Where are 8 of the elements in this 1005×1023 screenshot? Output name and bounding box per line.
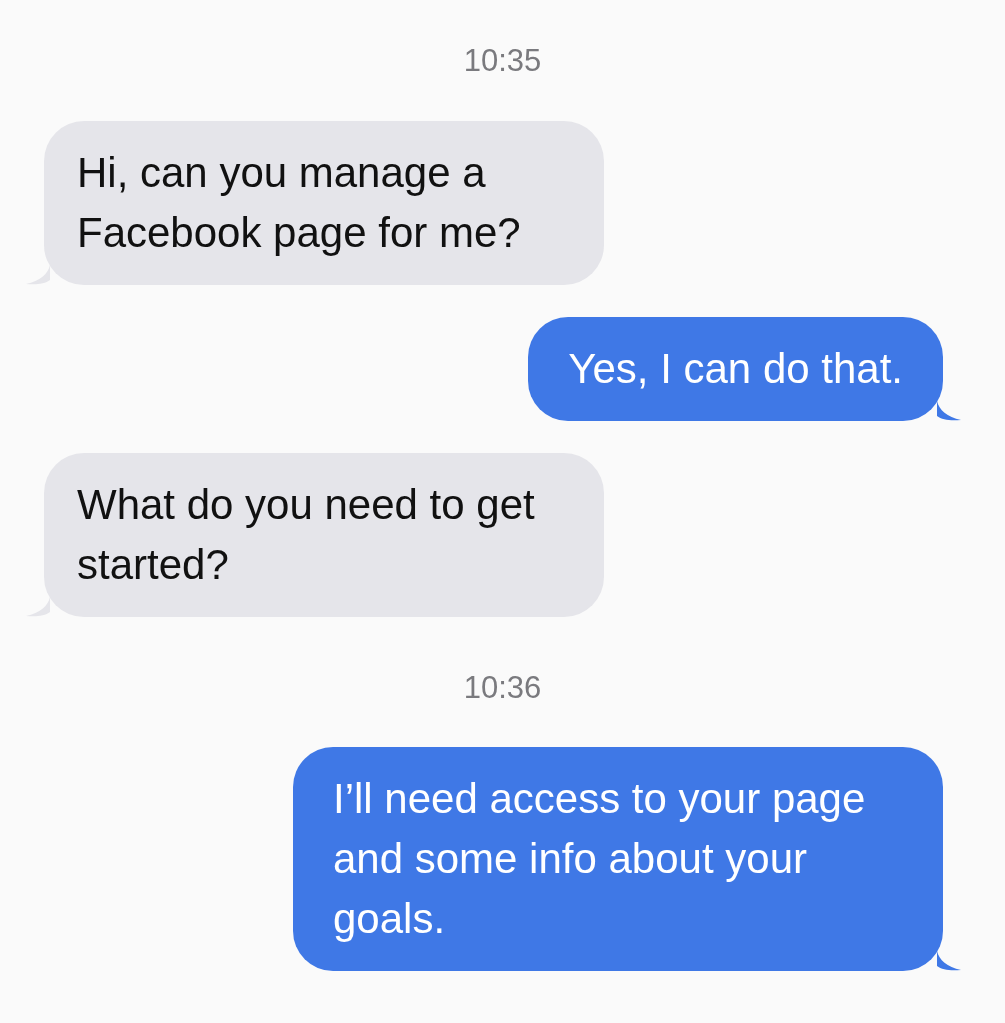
message-bubble: Hi, can you manage a Facebook page for me? xyxy=(44,120,604,285)
timestamp: 10:35 xyxy=(463,42,542,80)
bubble-tail-icon xyxy=(937,400,961,421)
message-bubble: What do you need to get started? xyxy=(44,452,604,617)
timestamp: 10:36 xyxy=(463,668,542,707)
bubble-tail-icon xyxy=(937,951,961,971)
message-bubble: I’ll need access to your page and some info about your goals. xyxy=(293,747,943,971)
message-bubble: Yes, I can do that. xyxy=(528,316,943,421)
